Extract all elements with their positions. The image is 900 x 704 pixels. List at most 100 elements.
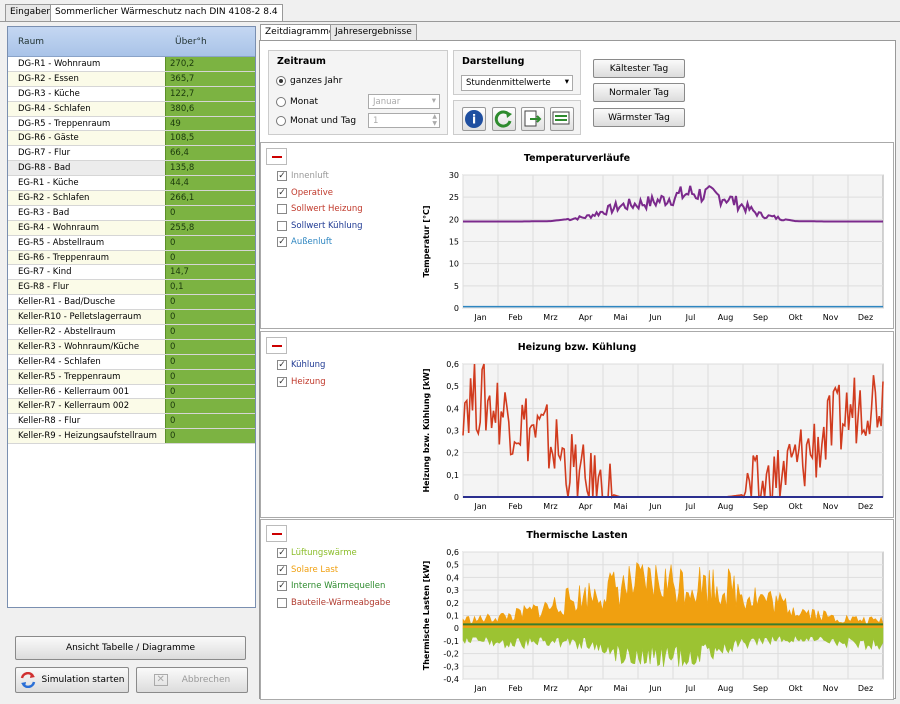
x-tick-label: Mrz <box>543 684 557 693</box>
room-name-cell: Keller-R8 - Flur <box>18 416 81 427</box>
table-row[interactable]: Keller-R8 - Flur 0 <box>8 414 255 430</box>
checkbox-indicator: ✓ <box>277 171 287 181</box>
x-tick-label: Feb <box>508 684 522 693</box>
room-name-cell: DG-R2 - Essen <box>8 71 165 86</box>
table-row[interactable]: DG-R4 - Schlafen 380,6 <box>8 101 255 117</box>
table-row[interactable]: EG-R4 - Wohnraum 255,8 <box>8 220 255 236</box>
table-row[interactable]: EG-R6 - Treppenraum 0 <box>8 250 255 266</box>
tab-sommerlicher-waermeschutz[interactable]: Sommerlicher Wärmeschutz nach DIN 4108-2… <box>50 4 283 22</box>
table-row[interactable]: EG-R3 - Bad 0 <box>8 205 255 221</box>
hours-value-cell: 0 <box>165 295 255 310</box>
y-tick-label: 0,5 <box>446 561 459 570</box>
y-tick-label: -0,4 <box>443 675 459 684</box>
table-row[interactable]: EG-R2 - Schlafen 266,1 <box>8 191 255 206</box>
table-row[interactable]: Keller-R6 - Kellerraum 001 0 <box>8 384 255 400</box>
column-header-ueberh[interactable]: Über°h <box>165 27 255 56</box>
radio-indicator <box>276 76 286 86</box>
zeitraum-title: Zeitraum <box>277 56 326 67</box>
coldest-day-button[interactable]: Kältester Tag <box>593 59 685 78</box>
room-name-cell: DG-R5 - Treppenraum <box>18 118 111 129</box>
table-row[interactable]: Keller-R4 - Schlafen 0 <box>8 354 255 370</box>
table-body: DG-R1 - Wohnraum 270,2 DG-R2 - Essen 365,7 D… <box>8 57 255 445</box>
copy-button[interactable] <box>550 107 574 131</box>
x-tick-label: Aug <box>718 313 734 322</box>
refresh-button[interactable] <box>492 107 516 131</box>
room-name-cell: Keller-R2 - Abstellraum <box>18 327 116 338</box>
table-row[interactable]: Keller-R10 - Pelletslagerraum 0 <box>8 310 255 326</box>
y-tick-label: 15 <box>449 238 459 247</box>
table-row[interactable]: Keller-R2 - Abstellraum 0 <box>8 325 255 340</box>
y-tick-label: 0,3 <box>446 427 459 436</box>
room-name-cell: EG-R3 - Bad <box>18 207 70 218</box>
table-row[interactable]: DG-R8 - Bad 135,8 <box>8 161 255 177</box>
room-name-cell: Keller-R7 - Kellerraum 002 <box>8 399 165 414</box>
export-icon <box>524 110 542 127</box>
table-row[interactable]: Keller-R3 - Wohnraum/Küche 0 <box>8 339 255 355</box>
legend-checkbox[interactable]: Bauteile-Wärmeabgabe <box>277 597 390 608</box>
table-row[interactable]: DG-R7 - Flur 66,4 <box>8 146 255 162</box>
table-row[interactable]: DG-R5 - Treppenraum 49 <box>8 116 255 132</box>
y-tick-label: 0 <box>454 493 459 502</box>
x-tick-label: Feb <box>508 502 522 511</box>
tab-jahresergebnisse[interactable]: Jahresergebnisse <box>330 24 417 41</box>
info-button[interactable]: i <box>462 107 486 131</box>
legend-checkbox[interactable]: Sollwert Kühlung <box>277 220 363 231</box>
legend-checkbox[interactable]: ✓ Interne Wärmequellen <box>277 581 385 591</box>
table-row[interactable]: DG-R1 - Wohnraum 270,2 <box>8 57 255 72</box>
table-row[interactable]: Keller-R9 - Heizungsaufstellraum 0 <box>8 429 255 445</box>
y-tick-label: 0,4 <box>446 573 459 582</box>
hours-value-cell: 0 <box>165 205 255 220</box>
legend-checkbox[interactable]: ✓ Solare Last <box>277 564 338 575</box>
table-row[interactable]: EG-R1 - Küche 44,4 <box>8 176 255 192</box>
normal-day-button[interactable]: Normaler Tag <box>593 83 685 102</box>
legend-checkbox[interactable]: ✓ Außenluft <box>277 237 332 247</box>
chart-title: Temperaturverläufe <box>523 153 631 164</box>
day-spinner[interactable]: 1 ▲ ▼ <box>368 113 440 128</box>
hours-value-cell: 255,8 <box>165 220 255 235</box>
hours-value-cell: 0 <box>165 235 255 250</box>
checkbox-indicator: ✓ <box>277 237 287 247</box>
table-row[interactable]: DG-R2 - Essen 365,7 <box>8 71 255 87</box>
toggle-view-button[interactable]: Ansicht Tabelle / Diagramme <box>15 636 246 660</box>
radio-monat-und-tag[interactable]: Monat und Tag <box>276 116 356 126</box>
radio-ganzes-jahr[interactable]: ganzes Jahr <box>276 76 342 86</box>
export-button[interactable] <box>521 107 545 131</box>
table-row[interactable]: DG-R3 - Küche 122,7 <box>8 86 255 102</box>
legend-checkbox[interactable]: Sollwert Heizung <box>277 204 363 214</box>
legend-checkbox[interactable]: ✓ Heizung <box>277 376 326 387</box>
month-select[interactable]: Januar ▾ <box>368 94 440 109</box>
y-tick-label: 0,2 <box>446 599 459 608</box>
start-simulation-button[interactable]: Simulation starten <box>15 667 129 693</box>
column-header-raum[interactable]: Raum <box>8 27 165 56</box>
x-tick-label: Jun <box>648 502 662 511</box>
legend-checkbox[interactable]: ✓ Lüftungswärme <box>277 548 357 558</box>
x-tick-label: Mai <box>613 313 627 322</box>
table-row[interactable]: Keller-R7 - Kellerraum 002 0 <box>8 399 255 415</box>
x-tick-label: Jun <box>648 684 662 693</box>
x-tick-label: Okt <box>788 502 802 511</box>
chart-title: Thermische Lasten <box>526 530 628 541</box>
room-table[interactable]: Raum Über°h DG-R1 - Wohnraum 270,2 DG-R2 -… <box>7 26 256 608</box>
table-row[interactable]: Keller-R5 - Treppenraum 0 <box>8 369 255 385</box>
y-axis-label: Thermische Lasten [kW] <box>422 561 431 670</box>
legend-checkbox[interactable]: ✓ Operative <box>277 187 333 198</box>
checkbox-indicator <box>277 597 287 608</box>
x-tick-label: Mai <box>613 502 627 511</box>
legend-label: Heizung <box>291 376 326 387</box>
cancel-button[interactable]: ✕ Abbrechen <box>136 667 248 693</box>
radio-monat[interactable]: Monat <box>276 97 318 107</box>
warmest-day-button[interactable]: Wärmster Tag <box>593 108 685 127</box>
legend-label: Operative <box>291 187 333 198</box>
table-row[interactable]: EG-R7 - Kind 14,7 <box>8 265 255 281</box>
hours-value-cell: 66,4 <box>165 146 255 161</box>
table-row[interactable]: EG-R8 - Flur 0,1 <box>8 280 255 296</box>
table-row[interactable]: EG-R5 - Abstellraum 0 <box>8 235 255 251</box>
legend-checkbox[interactable]: ✓ Innenluft <box>277 171 329 181</box>
table-row[interactable]: DG-R6 - Gäste 108,5 <box>8 131 255 147</box>
y-axis-label: Temperatur [°C] <box>422 205 431 277</box>
chart-plot: 0,6 0,5 0,4 0,3 0,2 0,1 0 Jan Feb Mrz Apr Mai Jun Jul… <box>422 360 884 511</box>
darstellung-select[interactable]: Stundenmittelwerte ▾ <box>461 75 573 91</box>
room-name-cell: Keller-R3 - Wohnraum/Küche <box>8 339 165 354</box>
legend-checkbox[interactable]: ✓ Kühlung <box>277 360 325 370</box>
table-row[interactable]: Keller-R1 - Bad/Dusche 0 <box>8 295 255 311</box>
